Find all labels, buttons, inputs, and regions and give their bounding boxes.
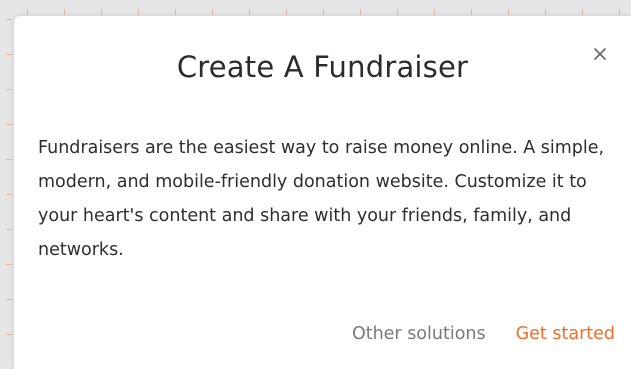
top-ruler <box>0 0 631 16</box>
create-fundraiser-modal: Create A Fundraiser Fundraisers are the … <box>14 16 631 369</box>
other-solutions-button[interactable]: Other solutions <box>352 324 486 344</box>
modal-footer: Other solutions Get started <box>352 324 615 344</box>
get-started-button[interactable]: Get started <box>516 324 615 344</box>
close-button[interactable] <box>589 43 611 65</box>
left-ruler <box>0 0 14 369</box>
close-icon <box>594 48 606 60</box>
modal-description: Fundraisers are the easiest way to raise… <box>38 138 605 260</box>
modal-title: Create A Fundraiser <box>176 50 469 84</box>
